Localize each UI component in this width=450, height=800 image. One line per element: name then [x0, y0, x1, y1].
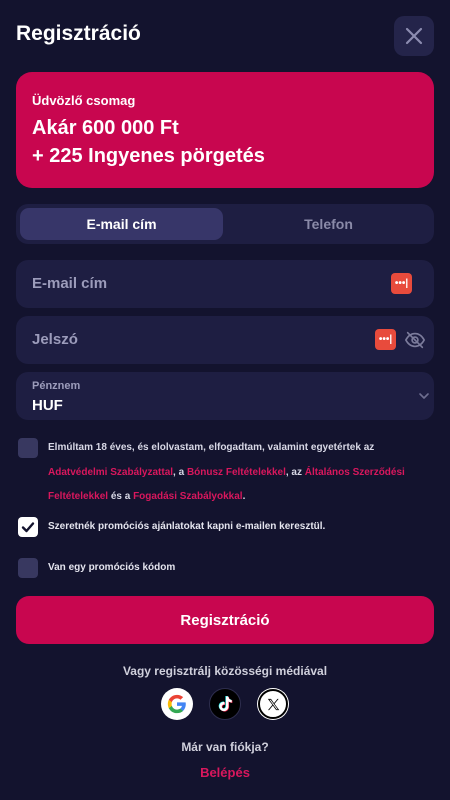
promo-email-checkbox[interactable] — [18, 517, 38, 537]
page-title: Regisztráció — [16, 22, 141, 45]
tab-phone[interactable]: Telefon — [227, 208, 430, 240]
password-manager-icon[interactable]: •••| — [391, 273, 412, 294]
google-icon — [167, 694, 186, 714]
registration-method-tabs: E-mail cím Telefon — [16, 204, 434, 244]
email-placeholder: E-mail cím — [32, 275, 108, 292]
chevron-down-icon — [419, 393, 429, 399]
close-icon — [405, 27, 423, 45]
tiktok-login-button[interactable] — [209, 688, 241, 720]
tab-email[interactable]: E-mail cím — [20, 208, 223, 240]
privacy-policy-link[interactable]: Adatvédelmi Szabályzattal — [48, 467, 173, 478]
banner-label: Üdvözlő csomag — [32, 93, 136, 108]
password-manager-icon[interactable]: •••| — [375, 329, 396, 350]
bonus-terms-link[interactable]: Bónusz Feltételekkel — [187, 467, 286, 478]
social-prompt: Vagy regisztrálj közösségi médiával — [122, 664, 328, 678]
terms-checkbox[interactable] — [18, 438, 38, 458]
banner-free-spins: + 225 Ingyenes pörgetés — [32, 145, 265, 167]
register-button[interactable]: Regisztráció — [16, 596, 434, 644]
promo-code-label: Van egy promóciós kódom — [48, 562, 176, 573]
promo-email-label: Szeretnék promóciós ajánlatokat kapni e-… — [48, 521, 326, 532]
welcome-banner: Üdvözlő csomag Akár 600 000 Ft + 225 Ing… — [16, 72, 434, 188]
eye-slash-icon[interactable] — [404, 329, 426, 351]
x-icon-frame — [258, 689, 288, 719]
x-icon — [267, 698, 279, 710]
promo-code-checkbox[interactable] — [18, 558, 38, 578]
currency-select[interactable]: Pénznem HUF — [16, 372, 434, 420]
login-link[interactable]: Belépés — [0, 765, 450, 780]
checkmark-icon — [21, 522, 35, 533]
x-login-button[interactable] — [257, 688, 289, 720]
betting-rules-link[interactable]: Fogadási Szabályokkal — [133, 491, 243, 502]
close-button[interactable] — [394, 16, 434, 56]
banner-amount: Akár 600 000 Ft — [32, 117, 179, 139]
currency-label: Pénznem — [32, 380, 81, 392]
tiktok-icon — [218, 696, 233, 712]
google-login-button[interactable] — [161, 688, 193, 720]
existing-account-question: Már van fiókja? — [181, 740, 269, 754]
currency-value: HUF — [32, 397, 63, 414]
header: Regisztráció — [0, 0, 450, 72]
terms-text: Elmúltam 18 éves, és elolvastam, elfogad… — [48, 442, 405, 502]
email-field[interactable]: E-mail cím •••| — [16, 260, 434, 308]
password-placeholder: Jelszó — [32, 331, 78, 348]
password-field[interactable]: Jelszó •••| — [16, 316, 434, 364]
